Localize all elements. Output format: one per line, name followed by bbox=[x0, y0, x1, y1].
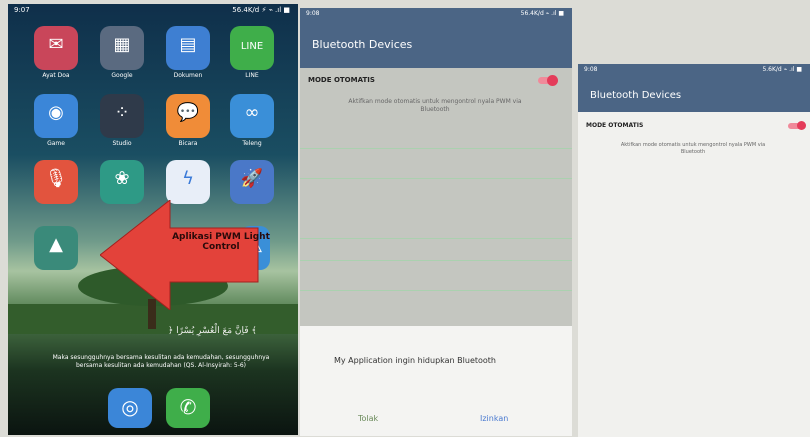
page-title: Bluetooth Devices bbox=[312, 38, 413, 51]
leaf-icon: ❀ bbox=[114, 168, 130, 189]
dialog-message: My Application ingin hidupkan Bluetooth bbox=[334, 356, 496, 365]
gamepad-icon: ◉ bbox=[48, 102, 64, 123]
app-label: LINE bbox=[245, 72, 259, 79]
app-podcast[interactable]: 🎙 bbox=[34, 160, 78, 204]
home-screen-panel: 9:07 56.4K/d ⚡ ⌁ .ıl ■ ✉ Ayat Doa ▦ Goog… bbox=[8, 4, 298, 435]
arabic-verse: ﴿ فَاِنَّ مَعَ الْعُسْرِ يُسْرًا ﴾ bbox=[168, 326, 257, 336]
status-time: 9:08 bbox=[584, 66, 598, 73]
bluetooth-devices-panel: 9:08 5.6K/d ⌁ .ıl ■ Bluetooth Devices MO… bbox=[578, 64, 810, 437]
deny-button[interactable]: Tolak bbox=[358, 414, 378, 423]
scan-line bbox=[300, 260, 572, 261]
podcast-icon: 🎙 bbox=[44, 168, 68, 189]
mode-hint: Aktifkan mode otomatis untuk mengontrol … bbox=[348, 98, 522, 113]
status-indicators: 56.4K/d ⚡ ⌁ .ıl ■ bbox=[232, 6, 290, 14]
app-teleng[interactable]: ∞ Teleng bbox=[230, 94, 274, 147]
android-icon: ▲ bbox=[49, 234, 63, 255]
app-line[interactable]: LINE LINE bbox=[230, 26, 274, 79]
phone-icon: ✆ bbox=[179, 395, 197, 419]
arrow-label: Aplikasi PWM Light Control bbox=[172, 232, 270, 252]
toggle-knob bbox=[547, 75, 558, 86]
dock-camera[interactable]: ◎ bbox=[108, 388, 152, 428]
app-label: Ayat Doa bbox=[42, 72, 70, 79]
app-label: Game bbox=[47, 140, 65, 147]
allow-button[interactable]: Izinkan bbox=[480, 414, 508, 423]
app-label: Dokumen bbox=[173, 72, 203, 79]
bluetooth-permission-dialog: My Application ingin hidupkan Bluetooth … bbox=[300, 326, 572, 436]
mode-hint: Aktifkan mode otomatis untuk mengontrol … bbox=[620, 142, 766, 155]
app-pwm-light-control[interactable]: ▲ bbox=[34, 226, 78, 270]
scan-line bbox=[300, 148, 572, 149]
app-dokumen[interactable]: ▤ Dokumen bbox=[166, 26, 210, 79]
speech-icon: 💬 bbox=[176, 102, 200, 123]
app-label: Teleng bbox=[242, 140, 262, 147]
mode-label: MODE OTOMATIS bbox=[586, 122, 644, 129]
scan-line bbox=[300, 238, 572, 239]
status-indicators: 5.6K/d ⌁ .ıl ■ bbox=[762, 66, 802, 73]
red-arrow-annotation bbox=[100, 200, 259, 310]
status-time: 9:08 bbox=[306, 10, 320, 17]
document-icon: ▤ bbox=[179, 34, 197, 55]
mode-label: MODE OTOMATIS bbox=[308, 76, 375, 84]
mode-otomatis-toggle[interactable] bbox=[538, 75, 558, 86]
scan-line bbox=[300, 178, 572, 179]
app-messenger[interactable]: ϟ bbox=[166, 160, 210, 204]
app-game[interactable]: ◉ Game bbox=[34, 94, 78, 147]
app-ayat-doa[interactable]: ✉ Ayat Doa bbox=[34, 26, 78, 79]
app-studio[interactable]: ⁘ Studio bbox=[100, 94, 144, 147]
page-title: Bluetooth Devices bbox=[590, 90, 682, 101]
toggle-knob bbox=[797, 121, 806, 130]
scan-line bbox=[300, 290, 572, 291]
dots-icon: ⁘ bbox=[114, 102, 130, 123]
app-rocket[interactable]: 🚀 bbox=[230, 160, 274, 204]
rocket-icon: 🚀 bbox=[240, 168, 264, 189]
loop-icon: ∞ bbox=[244, 102, 260, 123]
app-google[interactable]: ▦ Google bbox=[100, 26, 144, 79]
messenger-icon: ϟ bbox=[182, 168, 194, 189]
app-label: Google bbox=[111, 72, 133, 79]
status-bar: 9:07 56.4K/d ⚡ ⌁ .ıl ■ bbox=[8, 4, 298, 16]
app-bar: 9:08 5.6K/d ⌁ .ıl ■ Bluetooth Devices bbox=[578, 64, 810, 112]
camera-icon: ◎ bbox=[121, 395, 139, 419]
mode-otomatis-toggle[interactable] bbox=[788, 121, 806, 130]
app-bicara[interactable]: 💬 Bicara bbox=[166, 94, 210, 147]
app-label: Bicara bbox=[178, 140, 198, 147]
grid-icon: ▦ bbox=[113, 34, 131, 55]
verse-translation: Maka sesungguhnya bersama kesulitan ada … bbox=[52, 354, 270, 369]
book-icon: ✉ bbox=[48, 34, 64, 55]
status-indicators: 56.4K/d ⌁ .ıl ■ bbox=[520, 10, 564, 17]
chat-icon: LINE bbox=[240, 41, 264, 52]
status-time: 9:07 bbox=[14, 6, 30, 14]
app-bar: 9:08 56.4K/d ⌁ .ıl ■ Bluetooth Devices bbox=[300, 8, 572, 68]
dock-phone[interactable]: ✆ bbox=[166, 388, 210, 428]
bluetooth-dialog-panel: 9:08 56.4K/d ⌁ .ıl ■ Bluetooth Devices M… bbox=[300, 8, 572, 436]
app-label: Studio bbox=[112, 140, 132, 147]
app-leaf[interactable]: ❀ bbox=[100, 160, 144, 204]
